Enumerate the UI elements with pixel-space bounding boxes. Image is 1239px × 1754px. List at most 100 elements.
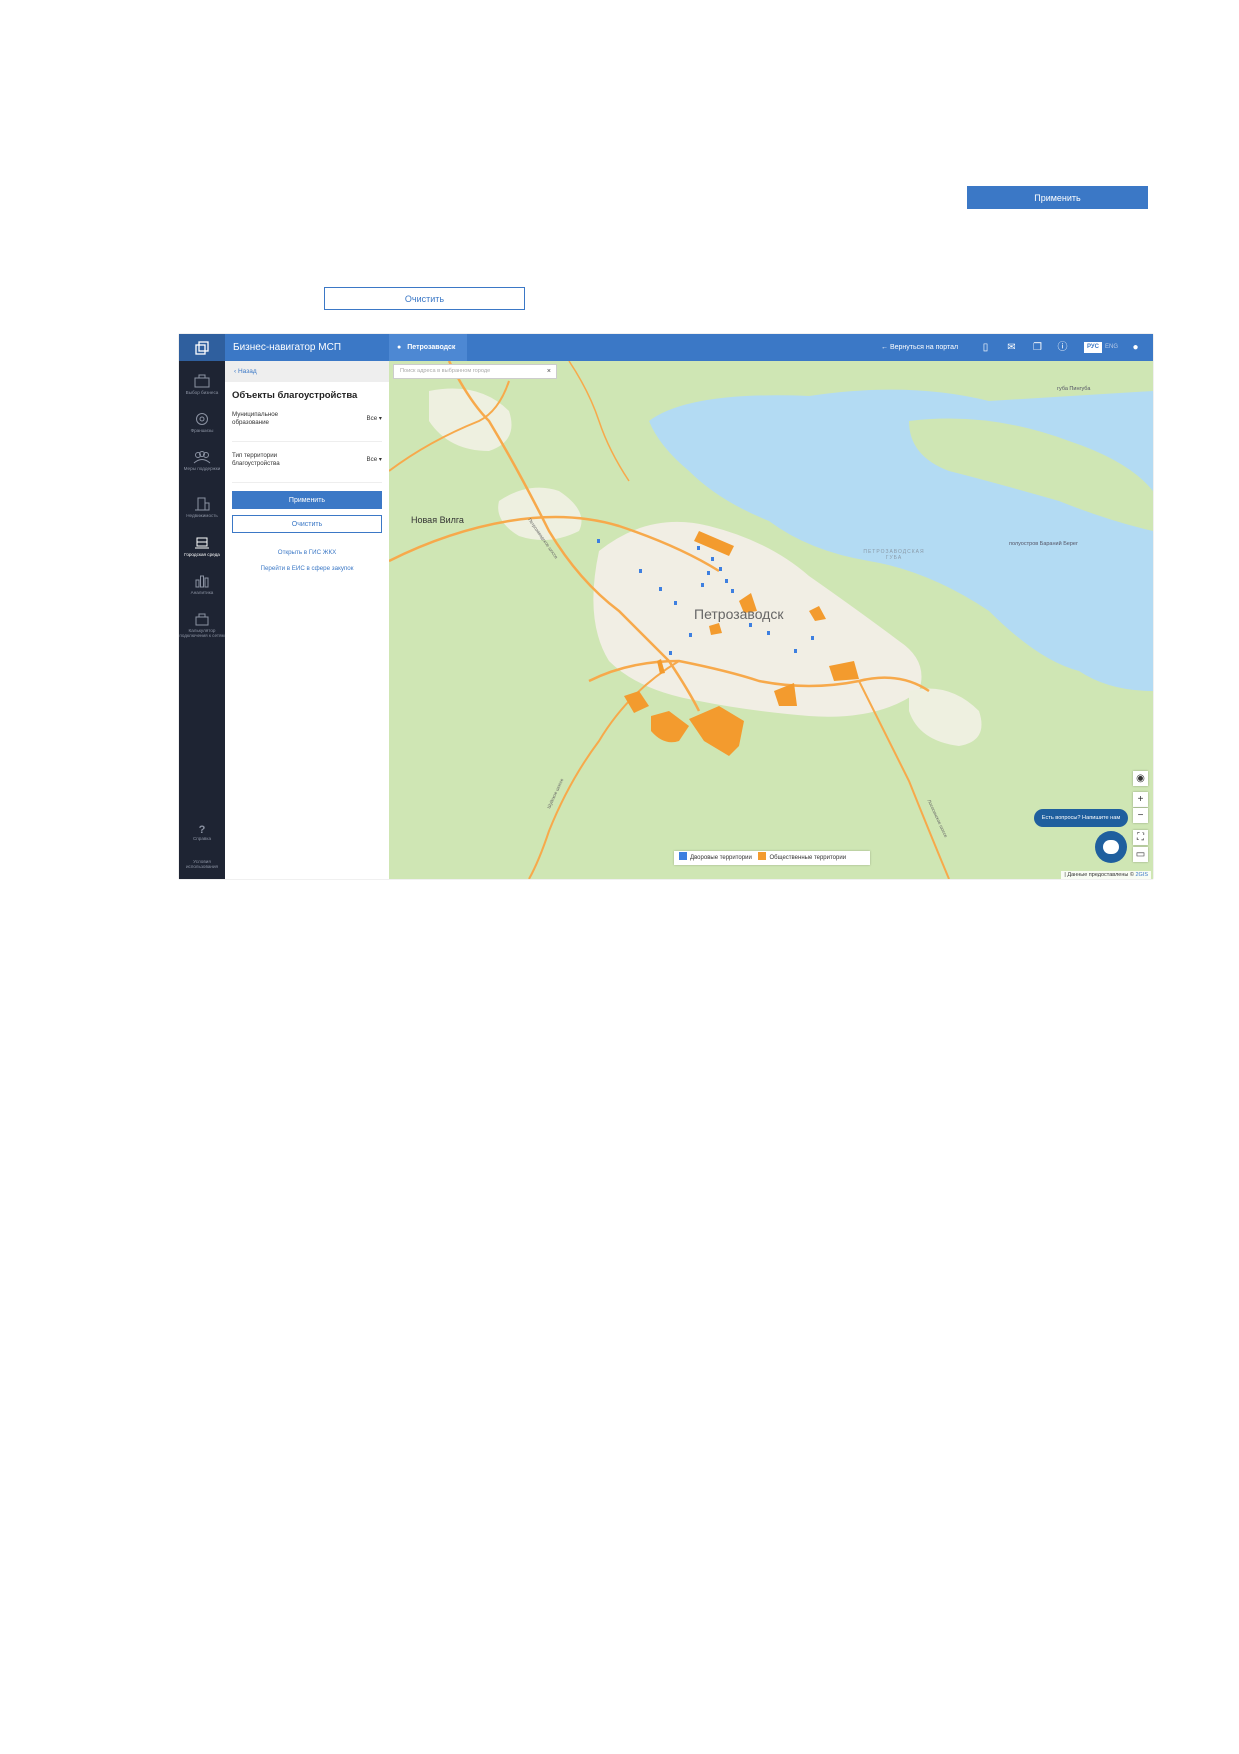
attribution-brand[interactable]: 2GIS [1135,872,1148,878]
logo-icon[interactable] [179,334,225,361]
back-to-portal-label: Вернуться на портал [889,344,959,351]
urban-area [909,688,982,746]
rail-item-calculator[interactable]: Калькулятор подключения к сетям [179,612,225,638]
yard-territory [811,636,814,640]
rail-item-franchise[interactable]: Франшизы [179,412,225,433]
yard-territory [731,589,734,593]
chat-prompt[interactable]: Есть вопросы? Напишите нам [1034,809,1128,827]
yard-territory [749,623,752,627]
yard-territory [597,539,600,543]
filter-municipality[interactable]: Муниципальное образование Все ▾ [232,401,382,442]
filter-value: Все [366,456,378,463]
zoom-in-button[interactable]: + [1133,792,1148,807]
filter-select[interactable]: Все ▾ [366,456,382,463]
rail-item-support[interactable]: Меры поддержки [179,450,225,471]
peninsula-label: полуостров Бараний Берег [1009,541,1078,547]
layers-icon[interactable]: ◉ [1133,771,1148,786]
public-territory [624,691,649,713]
zoom-out-button[interactable]: − [1133,808,1148,823]
rail-label: Городская среда [184,552,220,557]
gis-housing-link[interactable]: Открыть в ГИС ЖКХ [232,549,382,556]
public-territory [651,711,689,743]
side-rail: Выбор бизнеса Франшизы Меры поддержки Не… [179,334,225,879]
apply-button-top[interactable]: Применить [967,186,1148,209]
question-icon: ? [198,824,206,836]
chevron-down-icon: ▾ [378,456,382,463]
info-icon[interactable]: ⓘ [1056,341,1069,354]
north-shore [889,361,1153,388]
yard-territory [794,649,797,653]
filter-label: Тип территории благоустройства [232,452,280,467]
yard-territory [689,633,692,637]
novaya-vilga-label: Новая Вилга [411,515,464,525]
rail-label: Выбор бизнеса [185,390,219,395]
app-window: Бизнес-навигатор МСП ● Петрозаводск ← Ве… [179,334,1153,879]
chat-bubble-icon[interactable] [1095,831,1127,863]
rail-label: Калькулятор подключения к сетям [179,628,225,638]
map-attribution: | Данные предоставлены © 2GIS [1061,871,1151,879]
rail-label: Справка [192,836,212,841]
mobile-icon[interactable]: ▯ [979,341,992,354]
clear-button[interactable]: Очистить [232,515,382,533]
chevron-down-icon: ▾ [378,415,382,422]
city-environment-icon [195,537,209,549]
pinguba-label: губа Пингуба [1057,386,1091,392]
legend-yard-label: Дворовые территории [690,855,752,861]
yard-territory [711,557,714,561]
yard-territory [707,571,710,575]
map-legend: Дворовые территории Общественные террито… [674,851,870,865]
rail-item-analytics[interactable]: Аналитика [179,574,225,595]
lang-en-button[interactable]: ENG [1102,342,1121,353]
filter-panel: ‹ Назад Объекты благоустройства Муниципа… [225,361,390,879]
clear-button-top[interactable]: Очистить [324,287,525,310]
rail-item-business[interactable]: Выбор бизнеса [179,374,225,395]
user-icon[interactable]: ● [1129,341,1142,354]
back-label: Назад [237,368,257,375]
filter-label: Муниципальное образование [232,411,279,426]
yard-territory [719,567,722,571]
clear-search-icon[interactable]: × [547,365,551,378]
legend-swatch-public [758,852,767,860]
analytics-icon [195,575,209,588]
yard-territory [674,601,677,605]
rail-item-realty[interactable]: Недвижимость [179,497,225,518]
briefcase-icon [194,374,210,388]
rail-item-terms[interactable]: Условия использования [179,859,225,869]
rail-item-city-environment[interactable]: Городская среда [179,536,225,557]
support-icon [193,451,211,464]
apply-button[interactable]: Применить [232,491,382,509]
city-selector[interactable]: ● Петрозаводск [389,334,467,361]
filter-select[interactable]: Все ▾ [366,415,382,422]
mail-icon[interactable]: ✉ [1005,341,1018,354]
map-pin-icon: ● [397,344,402,351]
yard-territory [639,569,642,573]
address-search-input[interactable]: Поиск адреса в выбранном городе × [393,364,557,379]
city-name: Петрозаводск [407,344,456,351]
app-title: Бизнес-навигатор МСП [233,342,342,353]
fullscreen-icon[interactable]: ⛶ [1133,830,1148,845]
back-link[interactable]: ‹ Назад [225,361,389,382]
rail-item-help[interactable]: ? Справка [179,824,225,841]
filter-value: Все [366,415,378,422]
map-view[interactable]: Поиск адреса в выбранном городе × Петроз… [389,361,1153,879]
search-placeholder: Поиск адреса в выбранном городе [400,368,491,374]
lang-ru-button[interactable]: РУС [1084,342,1102,353]
ruler-icon[interactable]: ▭ [1133,847,1148,862]
legend-swatch-yard [679,852,687,860]
bay-label: ПЕТРОЗАВОДСКАЯ ГУБА [863,549,925,561]
rail-label: Аналитика [190,590,214,595]
yard-territory [659,587,662,591]
eis-procurement-link[interactable]: Перейти в ЕИС в сфере закупок [232,565,382,572]
chat-icon[interactable]: ❐ [1031,341,1044,354]
city-label: Петрозаводск [694,606,784,622]
rail-label: Франшизы [190,428,214,433]
filter-territory-type[interactable]: Тип территории благоустройства Все ▾ [232,442,382,483]
road [568,361,630,482]
arrow-left-icon: ← [881,344,890,351]
yard-territory [767,631,770,635]
yard-territory [669,651,672,655]
back-to-portal-link[interactable]: ← Вернуться на портал [881,334,958,361]
panel-title: Объекты благоустройства [232,390,358,401]
attribution-text: | Данные предоставлены © [1064,872,1134,878]
road [528,660,680,879]
